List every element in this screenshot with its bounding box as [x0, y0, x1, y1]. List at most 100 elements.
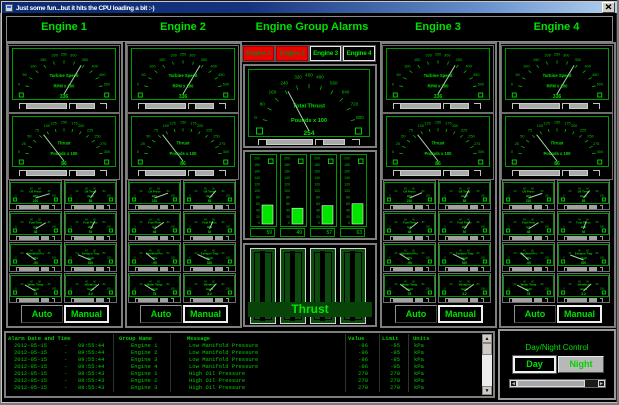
svg-text:20: 20 — [76, 251, 79, 255]
svg-text:0: 0 — [70, 225, 72, 229]
svg-text:20: 20 — [21, 282, 24, 286]
svg-text:0: 0 — [444, 256, 446, 260]
svg-text:0: 0 — [70, 194, 72, 198]
svg-text:80: 80 — [541, 282, 544, 286]
svg-text:Vibration: Vibration — [84, 283, 96, 287]
svg-text:78: 78 — [527, 292, 531, 296]
svg-text:560: 560 — [330, 80, 338, 85]
svg-text:450: 450 — [99, 73, 105, 77]
svg-text:0: 0 — [189, 194, 191, 198]
svg-text:Oil Temp: Oil Temp — [459, 190, 471, 194]
svg-text:80: 80 — [167, 251, 170, 255]
svg-text:80: 80 — [477, 189, 480, 193]
svg-text:Fuel Press: Fuel Press — [457, 221, 472, 225]
svg-text:Oil Press: Oil Press — [29, 190, 42, 194]
svg-text:86: 86 — [180, 161, 186, 167]
svg-text:100: 100 — [481, 287, 486, 291]
svg-text:50: 50 — [27, 135, 31, 139]
svg-text:225: 225 — [580, 129, 586, 133]
svg-text:100: 100 — [545, 256, 550, 260]
svg-text:20: 20 — [195, 189, 198, 193]
svg-text:800: 800 — [356, 115, 364, 120]
svg-text:Exhaust Tmp: Exhaust Tmp — [575, 252, 593, 256]
svg-text:40: 40 — [256, 208, 260, 212]
svg-text:100: 100 — [107, 225, 112, 229]
svg-text:0: 0 — [189, 256, 191, 260]
svg-text:Thrust: Thrust — [57, 141, 71, 146]
svg-text:240: 240 — [280, 80, 288, 85]
svg-text:350: 350 — [456, 58, 462, 62]
svg-text:150: 150 — [40, 58, 46, 62]
svg-text:200: 200 — [571, 124, 577, 128]
svg-text:200: 200 — [426, 54, 432, 58]
svg-text:80: 80 — [167, 282, 170, 286]
svg-text:100: 100 — [426, 225, 431, 229]
svg-text:100: 100 — [171, 256, 176, 260]
svg-text:200: 200 — [452, 124, 458, 128]
svg-text:80: 80 — [422, 282, 425, 286]
svg-text:175: 175 — [445, 121, 451, 125]
svg-text:Thrust: Thrust — [431, 141, 445, 146]
svg-text:150: 150 — [435, 120, 441, 124]
svg-text:210: 210 — [526, 199, 532, 203]
svg-text:250: 250 — [587, 135, 593, 139]
svg-text:80: 80 — [48, 282, 51, 286]
svg-text:80: 80 — [346, 195, 350, 199]
svg-text:20: 20 — [450, 251, 453, 255]
svg-text:60: 60 — [346, 202, 350, 206]
svg-text:100: 100 — [226, 194, 231, 198]
svg-text:100: 100 — [107, 287, 112, 291]
svg-text:86: 86 — [554, 161, 560, 167]
svg-text:20: 20 — [140, 220, 143, 224]
svg-text:80: 80 — [222, 189, 225, 193]
svg-text:60: 60 — [286, 202, 290, 206]
svg-text:0: 0 — [70, 256, 72, 260]
svg-text:125: 125 — [424, 121, 430, 125]
svg-text:225: 225 — [461, 129, 467, 133]
svg-text:300: 300 — [597, 150, 603, 154]
svg-text:80: 80 — [541, 189, 544, 193]
svg-text:85: 85 — [89, 199, 93, 203]
svg-text:3.2: 3.2 — [462, 292, 467, 296]
svg-text:75: 75 — [528, 129, 532, 133]
svg-text:150: 150 — [414, 58, 420, 62]
svg-text:500: 500 — [478, 83, 484, 87]
svg-text:0: 0 — [389, 256, 391, 260]
svg-text:Fuel Press: Fuel Press — [576, 221, 591, 225]
svg-text:336: 336 — [434, 94, 443, 100]
svg-text:0: 0 — [563, 287, 565, 291]
svg-text:20: 20 — [395, 282, 398, 286]
svg-text:20: 20 — [346, 215, 350, 219]
svg-text:100: 100 — [600, 287, 605, 291]
svg-text:78: 78 — [34, 292, 38, 296]
svg-text:200: 200 — [171, 54, 177, 58]
svg-text:100: 100 — [426, 287, 431, 291]
svg-text:50: 50 — [23, 73, 27, 77]
svg-text:0: 0 — [137, 150, 139, 154]
svg-text:85: 85 — [208, 199, 212, 203]
svg-text:0: 0 — [15, 256, 17, 260]
svg-text:100: 100 — [344, 189, 350, 193]
svg-text:0: 0 — [389, 287, 391, 291]
svg-text:50: 50 — [516, 73, 520, 77]
svg-text:200: 200 — [344, 157, 350, 161]
svg-text:Pounds x 100: Pounds x 100 — [51, 151, 79, 156]
svg-text:520: 520 — [462, 261, 468, 265]
svg-text:175: 175 — [564, 121, 570, 125]
svg-text:225: 225 — [206, 129, 212, 133]
svg-text:20: 20 — [256, 215, 260, 219]
svg-text:100: 100 — [600, 256, 605, 260]
svg-text:80: 80 — [596, 220, 599, 224]
svg-text:275: 275 — [219, 142, 225, 146]
svg-text:100: 100 — [52, 287, 57, 291]
svg-text:75: 75 — [409, 129, 413, 133]
svg-text:40: 40 — [286, 208, 290, 212]
svg-text:100: 100 — [545, 287, 550, 291]
svg-text:250: 250 — [94, 135, 100, 139]
svg-text:20: 20 — [569, 189, 572, 193]
svg-text:450: 450 — [218, 73, 224, 77]
svg-text:125: 125 — [169, 121, 175, 125]
svg-text:80: 80 — [48, 251, 51, 255]
svg-text:25: 25 — [22, 142, 26, 146]
svg-text:160: 160 — [284, 170, 290, 174]
